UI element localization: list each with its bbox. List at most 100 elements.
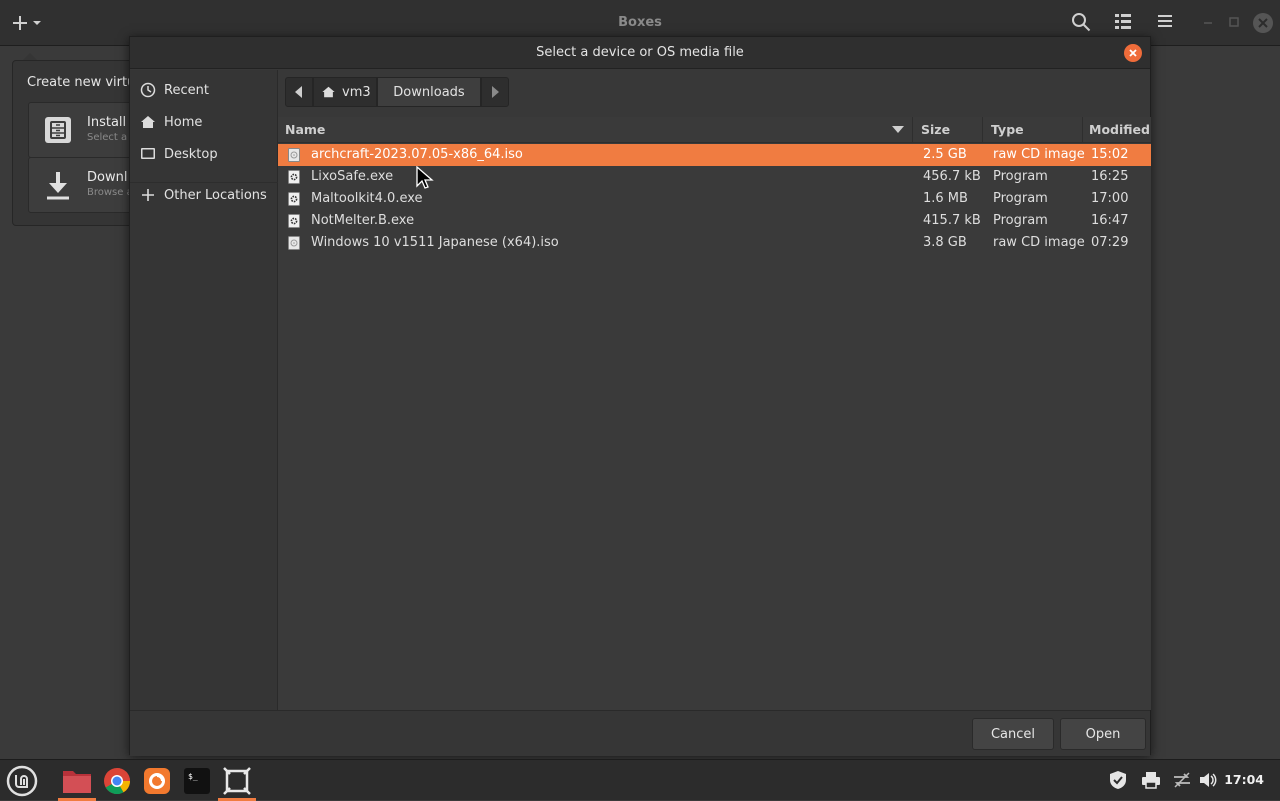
open-button[interactable]: Open — [1060, 718, 1146, 750]
column-header-modified[interactable]: Modified — [1089, 122, 1150, 137]
mint-menu-button[interactable] — [3, 763, 41, 799]
dialog-titlebar: Select a device or OS media file — [130, 37, 1150, 69]
window-close-button[interactable] — [1253, 13, 1273, 33]
path-segment-downloads[interactable]: Downloads — [377, 77, 481, 107]
search-icon — [1072, 13, 1091, 32]
taskbar-chrome[interactable] — [98, 763, 136, 799]
sidebar-item-home[interactable]: Home — [130, 108, 278, 136]
file-list: Name Size Type Modified archcraft-2023.0… — [278, 117, 1151, 710]
list-view-icon — [1115, 14, 1131, 29]
file-size: 2.5 GB — [923, 147, 967, 162]
home-icon — [141, 116, 155, 128]
sidebar-item-other-locations[interactable]: Other Locations — [130, 181, 278, 209]
chrome-icon — [104, 768, 131, 795]
close-icon — [1258, 18, 1268, 28]
file-size: 1.6 MB — [923, 191, 968, 206]
executable-icon — [288, 192, 300, 206]
file-name: Maltoolkit4.0.exe — [311, 191, 423, 206]
file-modified: 17:00 — [1091, 191, 1129, 206]
file-size: 415.7 kB — [923, 213, 981, 228]
mouse-cursor-icon — [416, 166, 434, 189]
file-modified: 16:47 — [1091, 213, 1129, 228]
plus-icon — [142, 189, 154, 201]
maximize-icon — [1229, 17, 1239, 27]
file-type: raw CD image — [993, 147, 1085, 162]
disc-file-icon — [288, 236, 300, 250]
printer-icon[interactable] — [1141, 770, 1161, 790]
sidebar-item-label: Desktop — [164, 146, 218, 162]
sidebar-item-desktop[interactable]: Desktop — [130, 140, 278, 168]
file-row[interactable]: Windows 10 v1511 Japanese (x64).iso 3.8 G… — [278, 232, 1151, 254]
maximize-button[interactable] — [1226, 14, 1244, 32]
column-header-size[interactable]: Size — [921, 122, 950, 137]
sidebar-item-label: Recent — [164, 82, 209, 98]
download-option-label: Downl — [87, 170, 128, 185]
file-type: Program — [993, 191, 1048, 206]
file-type: raw CD image — [993, 235, 1085, 250]
taskbar-boxes[interactable] — [218, 763, 256, 801]
minimize-icon — [1204, 22, 1212, 24]
download-icon — [47, 172, 69, 200]
boxes-icon — [223, 767, 251, 795]
path-back-button[interactable] — [285, 77, 313, 107]
file-row[interactable]: archcraft-2023.07.05-x86_64.iso 2.5 GB raw… — [278, 144, 1151, 166]
taskbar-files[interactable] — [58, 763, 96, 801]
executable-icon — [288, 170, 300, 184]
file-chooser-dialog: Select a device or OS media file Recent … — [129, 36, 1151, 756]
download-option-sub: Browse a — [87, 187, 133, 198]
file-row[interactable]: LixoSafe.exe 456.7 kB Program 16:25 — [278, 166, 1151, 188]
mint-menu-icon — [6, 765, 38, 797]
column-header-type[interactable]: Type — [991, 122, 1024, 137]
path-segment-label: vm3 — [342, 84, 371, 100]
column-header-name[interactable]: Name — [285, 122, 325, 137]
file-type: Program — [993, 169, 1048, 184]
view-toggle-button[interactable] — [1113, 11, 1137, 35]
file-row[interactable]: Maltoolkit4.0.exe 1.6 MB Program 17:00 — [278, 188, 1151, 210]
minimize-button[interactable] — [1200, 14, 1218, 32]
home-icon — [322, 86, 335, 98]
install-option-sub: Select a — [87, 132, 128, 143]
shield-icon[interactable] — [1108, 770, 1128, 790]
installer-icon — [45, 117, 71, 143]
volume-icon[interactable] — [1198, 770, 1218, 790]
executable-icon — [288, 214, 300, 228]
file-list-header: Name Size Type Modified — [278, 117, 1151, 143]
clock[interactable]: 17:04 — [1224, 772, 1264, 787]
path-segment-label: Downloads — [393, 84, 465, 100]
file-name: LixoSafe.exe — [311, 169, 394, 184]
dialog-title: Select a device or OS media file — [536, 45, 744, 60]
sidebar-item-recent[interactable]: Recent — [130, 76, 278, 104]
file-size: 456.7 kB — [923, 169, 981, 184]
close-icon — [1129, 49, 1137, 57]
network-icon[interactable] — [1172, 770, 1192, 790]
taskbar-terminal[interactable]: $_ — [178, 763, 216, 799]
taskbar-firefox[interactable] — [138, 763, 176, 799]
places-sidebar: Recent Home Desktop Other Locations — [130, 70, 278, 710]
file-size: 3.8 GB — [923, 235, 967, 250]
terminal-icon: $_ — [184, 768, 210, 794]
desktop-icon — [141, 148, 155, 159]
dialog-close-button[interactable] — [1124, 44, 1142, 62]
cancel-button[interactable]: Cancel — [972, 718, 1054, 750]
search-button[interactable] — [1070, 11, 1094, 35]
path-segment-vm3[interactable]: vm3 — [313, 77, 377, 107]
column-divider — [1082, 117, 1083, 143]
column-divider — [912, 117, 913, 143]
path-forward-button[interactable] — [481, 77, 509, 107]
file-modified: 07:29 — [1091, 235, 1129, 250]
firefox-icon — [144, 768, 170, 794]
taskbar: $_ 17:04 — [0, 759, 1280, 801]
recent-icon — [140, 82, 156, 98]
file-name: Windows 10 v1511 Japanese (x64).iso — [311, 235, 559, 250]
sort-descending-icon — [892, 126, 904, 133]
main-menu-button[interactable] — [1155, 11, 1179, 35]
menu-icon — [1158, 15, 1172, 27]
dialog-footer: Cancel Open — [130, 710, 1150, 756]
chevron-right-icon — [492, 86, 499, 98]
file-type: Program — [993, 213, 1048, 228]
path-bar: vm3 Downloads — [285, 77, 509, 107]
disc-file-icon — [288, 148, 300, 162]
chevron-left-icon — [295, 86, 302, 98]
file-row[interactable]: NotMelter.B.exe 415.7 kB Program 16:47 — [278, 210, 1151, 232]
file-name: NotMelter.B.exe — [311, 213, 415, 228]
